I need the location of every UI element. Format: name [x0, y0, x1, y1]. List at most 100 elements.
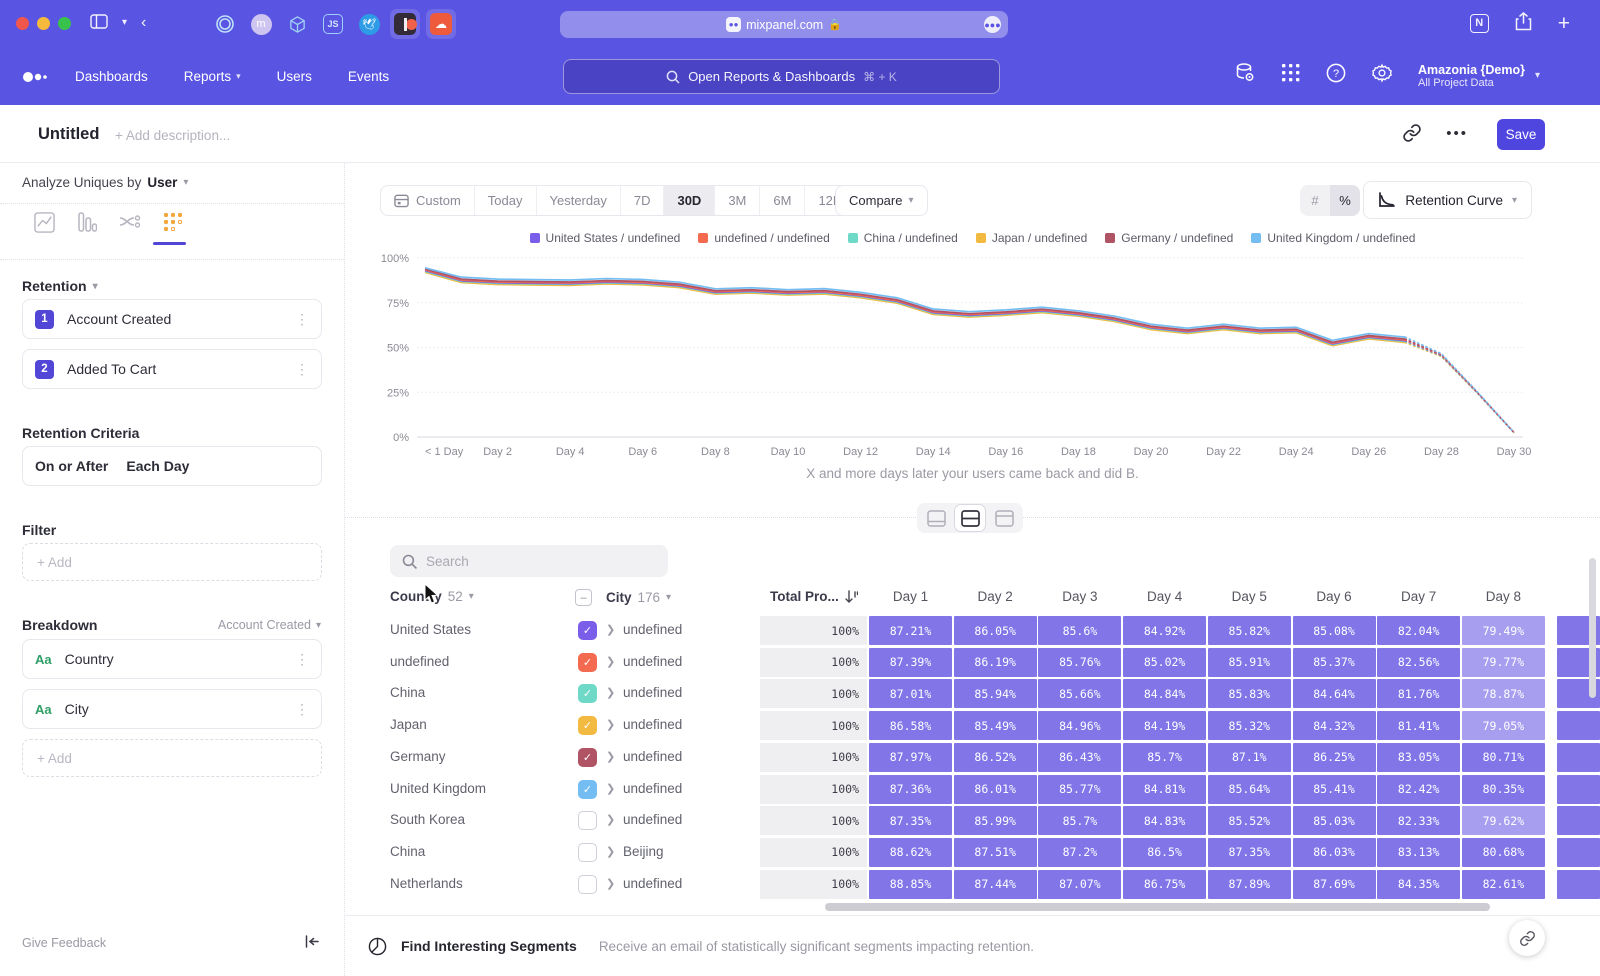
retention-cell[interactable]: 85.03%: [1293, 806, 1376, 835]
retention-cell[interactable]: 82.33%: [1377, 806, 1460, 835]
retention-cell[interactable]: 84.96%: [1038, 711, 1121, 740]
retention-cell[interactable]: 88.62%: [869, 838, 952, 867]
day-column-header[interactable]: Day 4: [1123, 589, 1206, 604]
apps-grid-icon[interactable]: [1282, 64, 1300, 87]
layout-split-button[interactable]: [955, 505, 985, 531]
retention-criteria-card[interactable]: On or After Each Day: [22, 446, 322, 486]
kebab-menu-icon[interactable]: ⋮: [295, 311, 309, 328]
select-all-checkbox[interactable]: –: [575, 589, 592, 606]
range-30d[interactable]: 30D: [664, 186, 715, 215]
vertical-scrollbar[interactable]: [1589, 558, 1596, 698]
tab-insights[interactable]: [30, 212, 58, 233]
retention-cell[interactable]: 86.03%: [1293, 838, 1376, 867]
retention-cell[interactable]: 79.77%: [1462, 648, 1545, 677]
copy-link-icon[interactable]: [1402, 123, 1422, 148]
retention-cell[interactable]: 84.92%: [1123, 616, 1206, 645]
retention-cell[interactable]: 85.02%: [1123, 648, 1206, 677]
analyze-uniques-dropdown[interactable]: User: [147, 175, 177, 190]
tab-retention[interactable]: [159, 212, 187, 233]
range-today[interactable]: Today: [475, 186, 537, 215]
retention-cell[interactable]: 85.7%: [1038, 806, 1121, 835]
breakdown-item-country[interactable]: AaCountry⋮: [22, 639, 322, 679]
table-search-box[interactable]: [390, 545, 668, 577]
retention-cell[interactable]: 85.64%: [1208, 775, 1291, 804]
row-checkbox[interactable]: ✓: [578, 748, 597, 767]
range-custom[interactable]: Custom: [381, 186, 475, 215]
collapse-sidebar-icon[interactable]: [305, 935, 319, 952]
retention-cell[interactable]: 84.84%: [1123, 679, 1206, 708]
retention-cell[interactable]: 82.61%: [1462, 870, 1545, 899]
retention-cell[interactable]: 85.08%: [1293, 616, 1376, 645]
legend-item[interactable]: undefined / undefined: [698, 231, 829, 245]
add-filter-button[interactable]: + Add: [22, 543, 322, 581]
retention-cell[interactable]: 85.76%: [1038, 648, 1121, 677]
day-column-header[interactable]: Day 6: [1293, 589, 1376, 604]
layout-table-button[interactable]: [989, 505, 1019, 531]
share-icon[interactable]: [1515, 12, 1532, 34]
row-checkbox[interactable]: ✓: [578, 716, 597, 735]
retention-cell[interactable]: 86.58%: [869, 711, 952, 740]
range-7d[interactable]: 7D: [621, 186, 665, 215]
percent-format-button[interactable]: %: [1330, 185, 1360, 216]
retention-cell[interactable]: 81.41%: [1377, 711, 1460, 740]
legend-item[interactable]: China / undefined: [848, 231, 958, 245]
share-link-fab[interactable]: [1509, 920, 1545, 956]
retention-step-2[interactable]: 2Added To Cart⋮: [22, 349, 322, 389]
help-icon[interactable]: ?: [1326, 63, 1346, 88]
retention-step-1[interactable]: 1Account Created⋮: [22, 299, 322, 339]
retention-cell[interactable]: 80.35%: [1462, 775, 1545, 804]
expand-row-icon[interactable]: ❯: [606, 782, 615, 795]
retention-cell[interactable]: 85.49%: [954, 711, 1037, 740]
retention-cell[interactable]: 84.35%: [1377, 870, 1460, 899]
row-checkbox[interactable]: [578, 811, 597, 830]
tab-flows[interactable]: [116, 212, 144, 232]
day-column-header[interactable]: Day 8: [1462, 589, 1545, 604]
retention-cell[interactable]: 85.91%: [1208, 648, 1291, 677]
retention-cell[interactable]: 85.94%: [954, 679, 1037, 708]
layout-chart-button[interactable]: [921, 505, 951, 531]
retention-cell[interactable]: 80.71%: [1462, 743, 1545, 772]
retention-cell[interactable]: 87.69%: [1293, 870, 1376, 899]
sidebar-toggle-icon[interactable]: [90, 14, 108, 32]
total-column-header[interactable]: Total Pro...: [770, 589, 858, 604]
retention-cell[interactable]: 84.81%: [1123, 775, 1206, 804]
day-column-header[interactable]: Day 2: [954, 589, 1037, 604]
nav-item-users[interactable]: Users: [277, 69, 312, 84]
table-search-input[interactable]: [426, 554, 626, 569]
patreon-tab-icon[interactable]: [390, 9, 420, 39]
close-window-button[interactable]: [16, 17, 29, 30]
range-3m[interactable]: 3M: [715, 186, 760, 215]
retention-cell[interactable]: 84.64%: [1293, 679, 1376, 708]
expand-row-icon[interactable]: ❯: [606, 686, 615, 699]
retention-cell[interactable]: 87.07%: [1038, 870, 1121, 899]
retention-cell[interactable]: 79.49%: [1462, 616, 1545, 645]
day-column-header[interactable]: Day 1: [869, 589, 952, 604]
retention-cell[interactable]: 85.41%: [1293, 775, 1376, 804]
add-breakdown-button[interactable]: + Add: [22, 739, 322, 777]
retention-cell[interactable]: 87.36%: [869, 775, 952, 804]
box-icon[interactable]: [282, 9, 312, 39]
retention-cell[interactable]: 86.19%: [954, 648, 1037, 677]
retention-cell[interactable]: 80.68%: [1462, 838, 1545, 867]
add-description-field[interactable]: + Add description...: [115, 128, 230, 143]
chevron-down-icon[interactable]: ▾: [122, 18, 127, 28]
retention-cell[interactable]: 87.39%: [869, 648, 952, 677]
minimize-window-button[interactable]: [37, 17, 50, 30]
retention-cell[interactable]: 85.52%: [1208, 806, 1291, 835]
row-checkbox[interactable]: ✓: [578, 621, 597, 640]
retention-cell[interactable]: 87.2%: [1038, 838, 1121, 867]
project-switcher[interactable]: Amazonia {Demo} All Project Data ▾: [1418, 63, 1540, 89]
retention-cell[interactable]: 78.87%: [1462, 679, 1545, 708]
expand-row-icon[interactable]: ❯: [606, 750, 615, 763]
mixpanel-logo-icon[interactable]: [22, 70, 48, 88]
retention-cell[interactable]: 85.7%: [1123, 743, 1206, 772]
retention-cell[interactable]: 87.1%: [1208, 743, 1291, 772]
criteria-on-or-after[interactable]: On or After: [35, 458, 108, 474]
kebab-menu-icon[interactable]: ⋮: [295, 701, 309, 718]
row-checkbox[interactable]: ✓: [578, 653, 597, 672]
zoom-window-button[interactable]: [58, 17, 71, 30]
retention-cell[interactable]: 86.43%: [1038, 743, 1121, 772]
retention-cell[interactable]: 82.56%: [1377, 648, 1460, 677]
retention-cell[interactable]: 86.05%: [954, 616, 1037, 645]
retention-cell[interactable]: 84.83%: [1123, 806, 1206, 835]
